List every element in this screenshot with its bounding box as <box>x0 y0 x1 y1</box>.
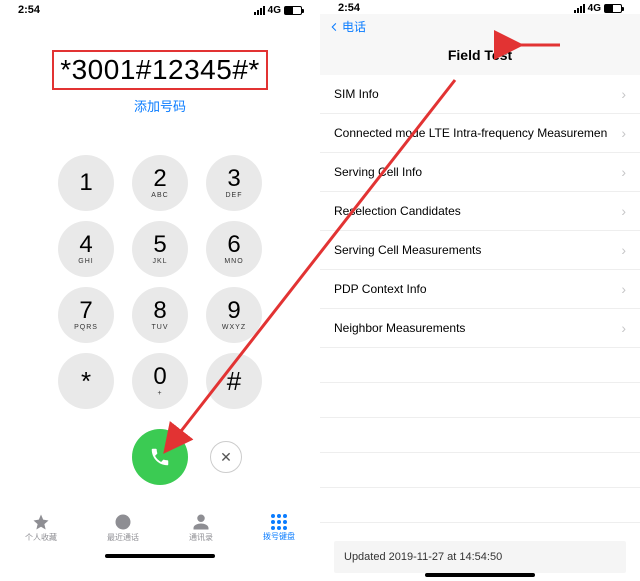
fieldtest-screen: 2:54 4G 电话 Field Test SIM Info› Connecte… <box>320 0 640 562</box>
status-right: 4G <box>254 5 302 16</box>
chevron-right-icon: › <box>621 125 626 141</box>
network-label: 4G <box>268 5 281 16</box>
key-8[interactable]: 8TUV <box>132 287 188 343</box>
star-icon <box>32 513 50 531</box>
key-0[interactable]: 0+ <box>132 353 188 409</box>
chevron-right-icon: › <box>621 281 626 297</box>
dialed-number: *3001#12345#* <box>60 54 260 86</box>
phone-icon <box>149 446 171 468</box>
key-star[interactable]: * <box>58 353 114 409</box>
clock-icon <box>114 513 132 531</box>
dialer-screen: 2:54 4G *3001#12345#* 添加号码 1 2ABC 3DEF 4… <box>0 0 320 562</box>
tab-recents[interactable]: 最近通话 <box>107 513 139 543</box>
back-label: 电话 <box>342 18 366 35</box>
tab-recents-label: 最近通话 <box>107 532 139 543</box>
key-3[interactable]: 3DEF <box>206 155 262 211</box>
updated-timestamp: Updated 2019-11-27 at 14:54:50 <box>334 541 626 573</box>
add-number-link[interactable]: 添加号码 <box>20 96 300 115</box>
keypad-icon <box>271 514 287 530</box>
battery-icon <box>604 4 622 13</box>
key-6[interactable]: 6MNO <box>206 221 262 277</box>
delete-button[interactable]: ✕ <box>210 441 242 473</box>
dial-display: *3001#12345#* 添加号码 <box>0 18 320 115</box>
keypad: 1 2ABC 3DEF 4GHI 5JKL 6MNO 7PQRS 8TUV 9W… <box>0 155 320 485</box>
status-time: 2:54 <box>18 4 40 16</box>
status-bar: 2:54 4G <box>320 0 640 14</box>
status-right: 4G <box>574 3 622 14</box>
tab-contacts-label: 通讯录 <box>189 532 213 543</box>
battery-icon <box>284 6 302 15</box>
back-button[interactable]: 电话 <box>320 14 640 39</box>
status-time: 2:54 <box>338 2 360 14</box>
home-indicator <box>425 573 535 577</box>
chevron-right-icon: › <box>621 86 626 102</box>
home-indicator <box>105 554 215 558</box>
empty-row <box>320 488 640 523</box>
status-bar: 2:54 4G <box>0 0 320 18</box>
key-4[interactable]: 4GHI <box>58 221 114 277</box>
list-item[interactable]: Reselection Candidates› <box>320 192 640 231</box>
key-1[interactable]: 1 <box>58 155 114 211</box>
page-header: Field Test <box>320 39 640 75</box>
chevron-right-icon: › <box>621 320 626 336</box>
chevron-right-icon: › <box>621 203 626 219</box>
dialed-highlight-box: *3001#12345#* <box>52 50 268 90</box>
chevron-right-icon: › <box>621 164 626 180</box>
list-item[interactable]: Serving Cell Measurements› <box>320 231 640 270</box>
contact-icon <box>192 513 210 531</box>
field-test-list: SIM Info› Connected mode LTE Intra-frequ… <box>320 75 640 523</box>
empty-row <box>320 383 640 418</box>
signal-bars-icon <box>574 4 585 13</box>
key-9[interactable]: 9WXYZ <box>206 287 262 343</box>
page-title: Field Test <box>448 47 512 63</box>
empty-row <box>320 418 640 453</box>
key-7[interactable]: 7PQRS <box>58 287 114 343</box>
call-button[interactable] <box>132 429 188 485</box>
tab-contacts[interactable]: 通讯录 <box>189 513 213 543</box>
tab-bar: 个人收藏 最近通话 通讯录 拨号键盘 <box>0 500 320 554</box>
list-item[interactable]: Connected mode LTE Intra-frequency Measu… <box>320 114 640 153</box>
close-icon: ✕ <box>220 449 232 466</box>
key-hash[interactable]: # <box>206 353 262 409</box>
list-item[interactable]: Neighbor Measurements› <box>320 309 640 348</box>
chevron-left-icon <box>328 21 340 33</box>
network-label: 4G <box>588 3 601 14</box>
tab-favorites[interactable]: 个人收藏 <box>25 513 57 543</box>
list-item[interactable]: Serving Cell Info› <box>320 153 640 192</box>
key-5[interactable]: 5JKL <box>132 221 188 277</box>
tab-favorites-label: 个人收藏 <box>25 532 57 543</box>
signal-bars-icon <box>254 6 265 15</box>
tab-keypad[interactable]: 拨号键盘 <box>263 514 295 542</box>
empty-row <box>320 453 640 488</box>
key-2[interactable]: 2ABC <box>132 155 188 211</box>
list-item[interactable]: PDP Context Info› <box>320 270 640 309</box>
chevron-right-icon: › <box>621 242 626 258</box>
tab-keypad-label: 拨号键盘 <box>263 531 295 542</box>
list-item[interactable]: SIM Info› <box>320 75 640 114</box>
empty-row <box>320 348 640 383</box>
